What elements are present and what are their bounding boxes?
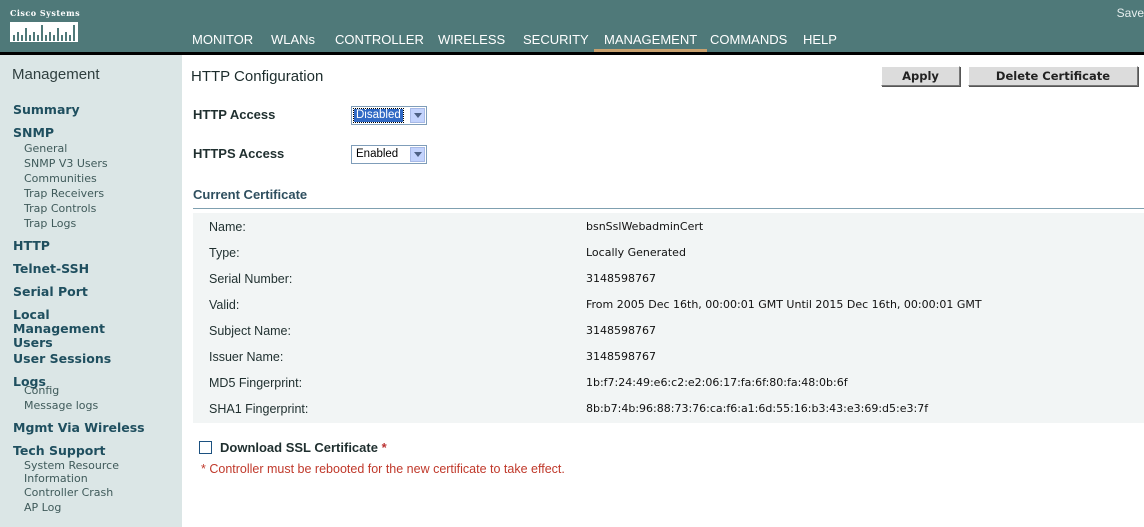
cert-field-label: Valid: — [209, 298, 240, 312]
sidebar-item-snmp[interactable]: SNMP — [13, 126, 54, 140]
cert-field-value: bsnSslWebadminCert — [586, 220, 704, 233]
https-access-value: Enabled — [356, 148, 399, 160]
sidebar-item-tech-support[interactable]: Tech Support — [13, 444, 106, 458]
top-banner: Cisco Systems Save MONITOR WLANs CONTROLLE… — [0, 0, 1144, 52]
reboot-note: * Controller must be rebooted for the ne… — [201, 462, 565, 476]
cert-field-label: SHA1 Fingerprint: — [209, 402, 309, 416]
http-access-label: HTTP Access — [193, 107, 276, 122]
http-access-value: Disabled — [353, 108, 404, 123]
sidebar-subitem-config[interactable]: Config — [24, 384, 59, 397]
cert-field-label: Issuer Name: — [209, 350, 284, 364]
https-access-select[interactable]: Enabled — [351, 145, 427, 164]
sidebar-item-serial-port[interactable]: Serial Port — [13, 285, 88, 299]
menu-item-monitor[interactable]: MONITOR — [182, 29, 263, 52]
cert-field-label: MD5 Fingerprint: — [209, 376, 303, 390]
cert-field-value: 8b:b7:4b:96:88:73:76:ca:f6:a1:6d:55:16:b… — [586, 402, 929, 415]
sidebar: Management Summary SNMP General SNMP V3 Use… — [0, 55, 182, 527]
sidebar-item-local-management-users[interactable]: Local Management Users — [13, 308, 143, 350]
https-access-label: HTTPS Access — [193, 146, 285, 161]
sidebar-subitem-communities[interactable]: Communities — [24, 172, 97, 185]
table-row: Issuer Name: 3148598767 — [193, 343, 1144, 369]
certificate-details-table: Name: bsnSslWebadminCert Type: Locally Gene… — [193, 213, 1144, 423]
table-row: Serial Number: 3148598767 — [193, 265, 1144, 291]
sidebar-title: Management — [12, 66, 100, 83]
sidebar-item-summary[interactable]: Summary — [13, 103, 80, 117]
sidebar-subitem-trap-receivers[interactable]: Trap Receivers — [24, 187, 104, 200]
required-star: * — [381, 440, 387, 455]
cert-field-label: Serial Number: — [209, 272, 293, 286]
cert-field-value: Locally Generated — [586, 246, 686, 259]
section-divider — [193, 208, 1144, 209]
cert-field-label: Subject Name: — [209, 324, 291, 338]
download-ssl-label: Download SSL Certificate * — [220, 440, 387, 455]
sidebar-subitem-ap-log[interactable]: AP Log — [24, 501, 61, 514]
menu-item-management[interactable]: MANAGEMENT — [594, 29, 708, 52]
chevron-down-icon[interactable] — [410, 108, 425, 123]
cert-field-label: Name: — [209, 220, 246, 234]
sidebar-subitem-snmp-v3-users[interactable]: SNMP V3 Users — [24, 157, 108, 170]
http-access-select[interactable]: Disabled — [351, 106, 427, 125]
sidebar-subitem-trap-logs[interactable]: Trap Logs — [24, 217, 76, 230]
menu-item-security[interactable]: SECURITY — [513, 29, 599, 52]
cert-field-value: 3148598767 — [586, 324, 656, 337]
table-row: Valid: From 2005 Dec 16th, 00:00:01 GMT U… — [193, 291, 1144, 317]
cert-field-value: 3148598767 — [586, 350, 656, 363]
logo-text: Cisco Systems — [10, 8, 81, 18]
table-row: MD5 Fingerprint: 1b:f7:24:49:e6:c2:e2:06:… — [193, 369, 1144, 395]
menu-item-controller[interactable]: CONTROLLER — [325, 29, 434, 52]
apply-button[interactable]: Apply — [881, 66, 960, 86]
sidebar-item-http[interactable]: HTTP — [13, 239, 50, 253]
table-row: Subject Name: 3148598767 — [193, 317, 1144, 343]
chevron-down-icon[interactable] — [410, 147, 425, 162]
download-ssl-checkbox[interactable] — [199, 441, 212, 454]
table-row: Name: bsnSslWebadminCert — [193, 213, 1144, 239]
download-ssl-label-text: Download SSL Certificate — [220, 440, 378, 455]
table-row: Type: Locally Generated — [193, 239, 1144, 265]
main-content: HTTP Configuration Apply Delete Certific… — [182, 55, 1144, 527]
cert-field-value: 1b:f7:24:49:e6:c2:e2:06:17:fa:6f:80:fa:4… — [586, 376, 848, 389]
save-configuration-link[interactable]: Save — [1117, 6, 1144, 20]
menu-item-commands[interactable]: COMMANDS — [700, 29, 797, 52]
sidebar-subitem-system-resource-information[interactable]: System Resource Information — [24, 459, 134, 485]
page-title: HTTP Configuration — [191, 68, 324, 85]
sidebar-subitem-general[interactable]: General — [24, 142, 67, 155]
cert-field-value: From 2005 Dec 16th, 00:00:01 GMT Until 2… — [586, 298, 982, 311]
sidebar-item-telnet-ssh[interactable]: Telnet-SSH — [13, 262, 89, 276]
main-menu: MONITOR WLANs CONTROLLER WIRELESS SECURITY MA… — [0, 29, 1144, 52]
cert-field-label: Type: — [209, 246, 240, 260]
sidebar-subitem-controller-crash[interactable]: Controller Crash — [24, 486, 113, 499]
table-row: SHA1 Fingerprint: 8b:b7:4b:96:88:73:76:ca… — [193, 395, 1144, 421]
menu-item-help[interactable]: HELP — [793, 29, 847, 52]
sidebar-subitem-trap-controls[interactable]: Trap Controls — [24, 202, 96, 215]
delete-certificate-button[interactable]: Delete Certificate — [968, 66, 1138, 86]
cert-field-value: 3148598767 — [586, 272, 656, 285]
sidebar-subitem-message-logs[interactable]: Message logs — [24, 399, 98, 412]
sidebar-item-mgmt-via-wireless[interactable]: Mgmt Via Wireless — [13, 421, 145, 435]
current-certificate-heading: Current Certificate — [193, 187, 308, 202]
menu-item-wlans[interactable]: WLANs — [261, 29, 325, 52]
menu-item-wireless[interactable]: WIRELESS — [428, 29, 515, 52]
sidebar-item-user-sessions[interactable]: User Sessions — [13, 352, 111, 366]
